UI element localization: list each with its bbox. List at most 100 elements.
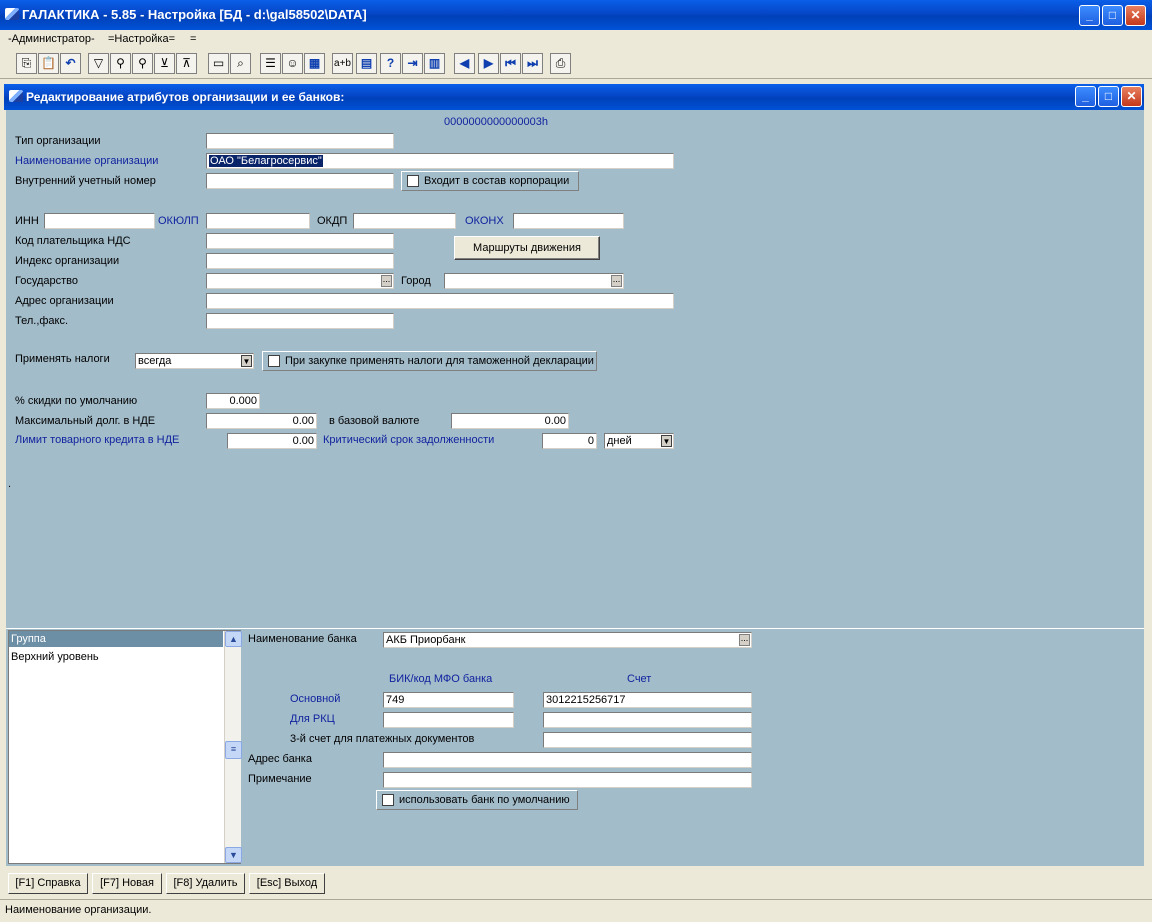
dialog-minimize-button[interactable]: _ [1075,86,1096,107]
corp-checkbox-box[interactable] [407,175,419,187]
customs-checkbox-box[interactable] [268,355,280,367]
country-picker-icon[interactable]: ... [381,275,392,287]
menu-administrator[interactable]: -Администратор- [8,33,95,45]
calculator-icon[interactable]: ▦ [304,53,325,74]
vat-code-field[interactable] [206,233,394,249]
main-label: Основной [290,693,341,705]
address-field[interactable] [206,293,674,309]
list-item[interactable]: Группа [9,631,223,647]
main-bik-field[interactable]: 749 [383,692,514,708]
replace-icon[interactable]: a+b [332,53,353,74]
menu-settings[interactable]: =Настройка= [108,33,175,45]
main-account-field[interactable]: 3012215256717 [543,692,752,708]
inn-field[interactable] [44,213,155,229]
address-label: Адрес организации [15,295,114,307]
minimize-button[interactable]: _ [1079,5,1100,26]
delete-button[interactable]: [F8] Удалить [166,873,245,894]
taxes-value: всегда [138,355,172,367]
next-icon[interactable]: ▶ [478,53,499,74]
corp-checkbox[interactable]: Входит в состав корпорации [401,171,579,191]
chevron-down-icon[interactable]: ▼ [241,355,252,367]
menu-equal[interactable]: = [190,33,196,45]
help-icon[interactable]: ? [380,53,401,74]
open-folder-icon[interactable]: ▭ [208,53,229,74]
first-icon[interactable]: ⏮ [500,53,521,74]
rkc-bik-field[interactable] [383,712,514,728]
find-icon[interactable]: ⚲ [110,53,131,74]
app-icon [5,8,19,20]
group-list[interactable]: Группа Верхний уровень ▲ ≡ ▼ [8,630,242,864]
bank-name-field[interactable]: АКБ Приорбанк ... [383,632,752,648]
index-label: Индекс организации [15,255,120,267]
dialog-close-button[interactable]: ✕ [1121,86,1142,107]
discount-label: % скидки по умолчанию [15,395,138,407]
group-list-scrollbar[interactable]: ▲ ≡ ▼ [224,631,242,863]
country-field[interactable]: ... [206,273,394,289]
note-field[interactable] [383,772,752,788]
critical-term-label: Критический срок задолженности [323,434,495,446]
copy-icon[interactable]: ⎘ [16,53,37,74]
bik-header: БИК/код МФО банка [389,673,493,685]
third-account-field[interactable] [543,732,752,748]
exit-icon[interactable]: ⇥ [402,53,423,74]
critical-term-unit-select[interactable]: дней ▼ [604,433,674,449]
max-debt-field[interactable]: 0.00 [206,413,317,429]
critical-term-field[interactable]: 0 [542,433,597,449]
print-icon[interactable]: ⎙ [550,53,571,74]
keyboard-icon[interactable]: ▤ [356,53,377,74]
dialog-title: Редактирование атрибутов организации и е… [26,90,345,104]
phone-field[interactable] [206,313,394,329]
org-name-value: ОАО "Белагросервис" [209,155,323,167]
scroll-up-icon[interactable]: ▲ [225,631,242,647]
default-bank-checkbox-box[interactable] [382,794,394,806]
default-bank-checkbox-label: использовать банк по умолчанию [399,794,570,806]
default-bank-checkbox[interactable]: использовать банк по умолчанию [376,790,578,810]
org-name-field[interactable]: ОАО "Белагросервис" [206,153,674,169]
index-field[interactable] [206,253,394,269]
help-button[interactable]: [F1] Справка [8,873,88,894]
exit-button[interactable]: [Esc] Выход [249,873,325,894]
city-field[interactable]: ... [444,273,624,289]
menu-bar: -Администратор- =Настройка= = [0,30,1152,50]
credit-limit-field[interactable]: 0.00 [227,433,317,449]
undo-icon[interactable]: ↶ [60,53,81,74]
base-currency-field[interactable]: 0.00 [451,413,569,429]
find-next-icon[interactable]: ⚲ [132,53,153,74]
dialog-maximize-button[interactable]: □ [1098,86,1119,107]
okdp-field[interactable] [353,213,456,229]
rkc-account-field[interactable] [543,712,752,728]
smiley-icon[interactable]: ☺ [282,53,303,74]
okonh-field[interactable] [513,213,624,229]
filter-clear-icon[interactable]: ⊼ [176,53,197,74]
internal-num-field[interactable] [206,173,394,189]
scroll-thumb[interactable]: ≡ [225,741,242,759]
okonh-label: ОКОНХ [465,215,504,227]
new-button[interactable]: [F7] Новая [92,873,162,894]
prev-icon[interactable]: ◀ [454,53,475,74]
city-picker-icon[interactable]: ... [611,275,622,287]
chevron-down-icon[interactable]: ▼ [661,435,672,447]
okulp-field[interactable] [206,213,310,229]
search-folder-icon[interactable]: ⌕ [230,53,251,74]
bank-address-field[interactable] [383,752,752,768]
org-type-field[interactable] [206,133,394,149]
discount-field[interactable]: 0.000 [206,393,260,409]
last-icon[interactable]: ⏭ [522,53,543,74]
scroll-down-icon[interactable]: ▼ [225,847,242,863]
filter-set-icon[interactable]: ⊻ [154,53,175,74]
maximize-button[interactable]: □ [1102,5,1123,26]
list-icon[interactable]: ☰ [260,53,281,74]
grid-icon[interactable]: ▥ [424,53,445,74]
taxes-select[interactable]: всегда ▼ [135,353,254,369]
corp-checkbox-label: Входит в состав корпорации [424,175,570,187]
list-item[interactable]: Верхний уровень [9,649,223,665]
routes-button[interactable]: Маршруты движения [454,236,600,260]
paste-icon[interactable]: 📋 [38,53,59,74]
org-name-label: Наименование организации [15,155,159,167]
customs-checkbox[interactable]: При закупке применять налоги для таможен… [262,351,597,371]
bank-picker-icon[interactable]: ... [739,634,750,646]
record-id: 0000000000000003h [444,116,549,128]
filter-icon[interactable]: ▽ [88,53,109,74]
close-button[interactable]: ✕ [1125,5,1146,26]
internal-num-label: Внутренний учетный номер [15,175,156,187]
